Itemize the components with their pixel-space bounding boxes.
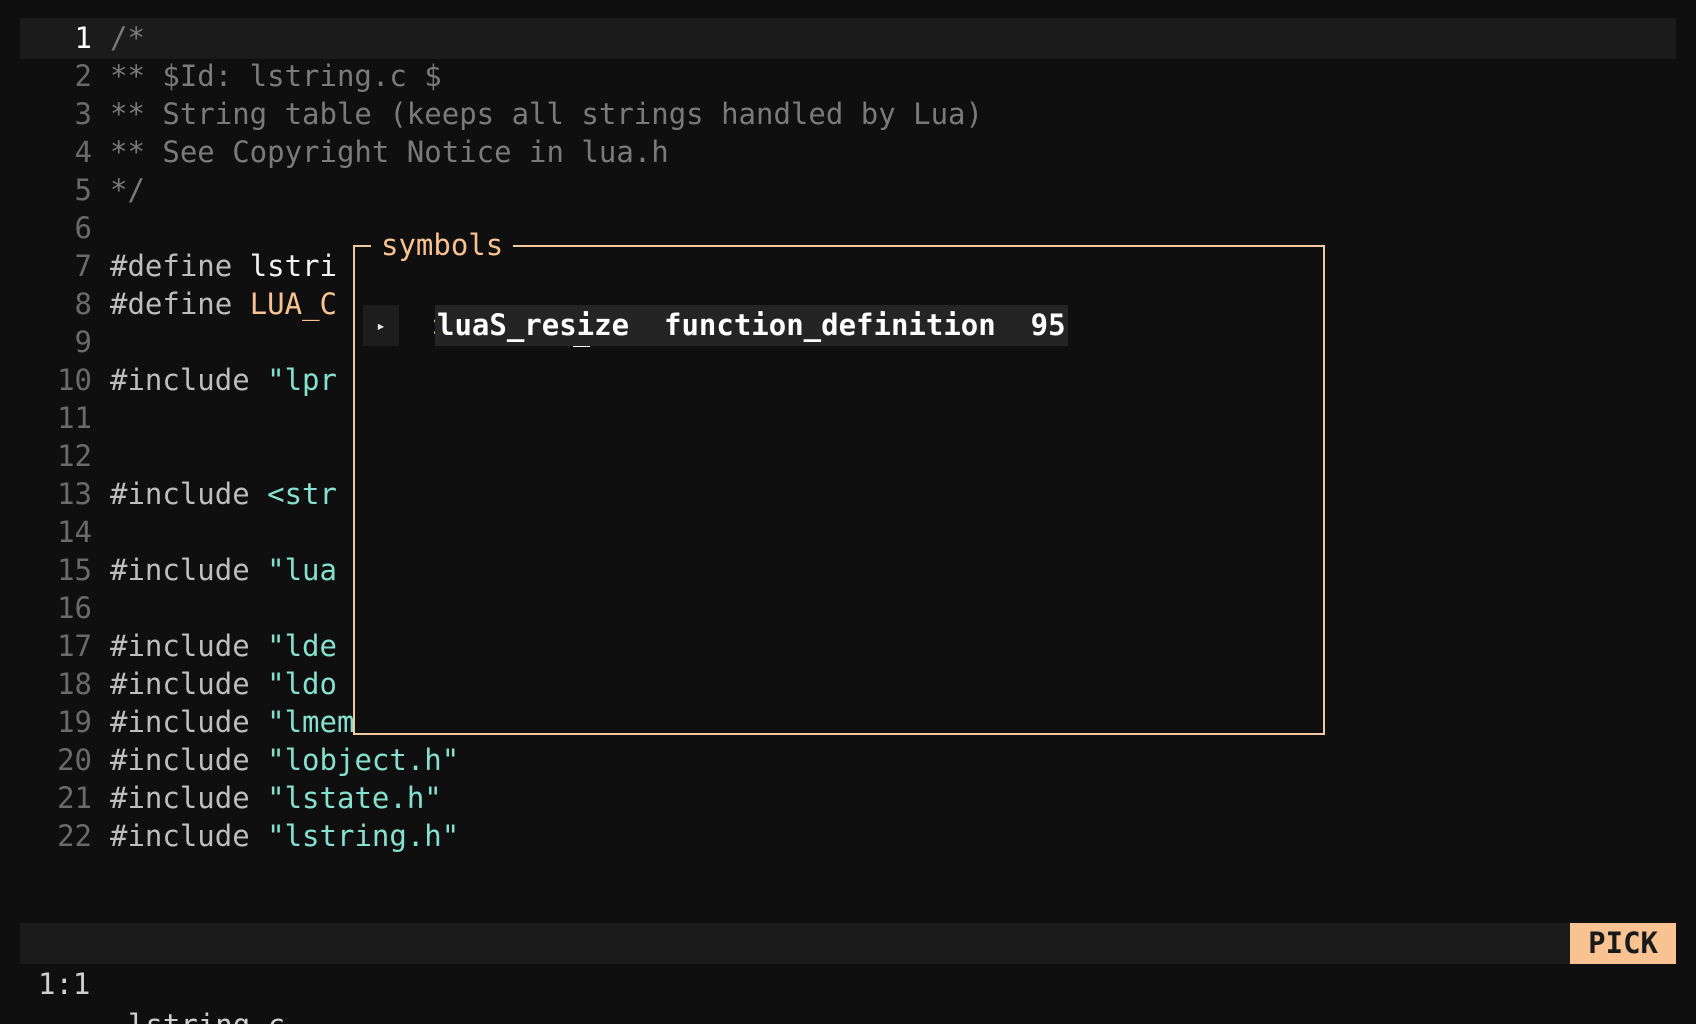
code-token: */ — [110, 173, 145, 207]
line-code: #include "ldo — [110, 664, 337, 705]
line-number: 13 — [57, 477, 92, 511]
picker-title: symbols — [371, 225, 514, 266]
line-code: #define LUA_C — [110, 284, 337, 325]
line-code: */ — [110, 170, 145, 211]
line-number: 9 — [74, 325, 92, 359]
line-number: 16 — [57, 591, 92, 625]
code-token: <str — [267, 477, 337, 511]
line-code: #define lstri — [110, 246, 337, 287]
code-token: "lde — [267, 629, 337, 663]
code-token: #include — [110, 553, 268, 587]
line-code: ** $Id: lstring.c $ — [110, 56, 442, 97]
picker-result-selected[interactable]: luaS_resize function_definition 95 — [435, 305, 1068, 346]
code-line[interactable]: 1 /* — [20, 18, 1676, 59]
code-token: "lpr — [267, 363, 337, 397]
result-line-number: 95 — [1030, 308, 1066, 342]
code-token: "lstring.h" — [267, 819, 460, 853]
code-token: "ldo — [267, 667, 337, 701]
line-number: 18 — [57, 667, 92, 701]
code-line[interactable]: 4 ** See Copyright Notice in lua.h — [20, 132, 1676, 173]
code-line[interactable]: 20 #include "lobject.h" — [20, 740, 1676, 781]
code-token: #include — [110, 781, 268, 815]
line-number: 1 — [74, 21, 92, 55]
line-number: 7 — [74, 249, 92, 283]
code-token: LUA_C — [249, 287, 337, 321]
line-number: 11 — [57, 401, 92, 435]
line-number: 10 — [57, 363, 92, 397]
line-code: ** See Copyright Notice in lua.h — [110, 132, 669, 173]
line-number: 4 — [74, 135, 92, 169]
result-symbol-kind: function_definition — [663, 308, 996, 342]
line-code: #include <str — [110, 474, 337, 515]
code-token: #include — [110, 363, 268, 397]
code-token: #include — [110, 705, 268, 739]
code-token: #include — [110, 743, 268, 777]
line-number: 15 — [57, 553, 92, 587]
code-token: /* — [110, 21, 145, 55]
line-number: 20 — [57, 743, 92, 777]
code-token: #include — [110, 819, 268, 853]
code-line[interactable]: 22 #include "lstring.h" — [20, 816, 1676, 857]
result-symbol-name: luaS_resize — [437, 308, 630, 342]
symbol-picker: symbols > resize ▸ luaS_resize function_… — [353, 225, 1325, 735]
line-code: #include "lstate.h" — [110, 778, 442, 819]
code-token: #include — [110, 629, 268, 663]
line-code: #include "lstring.h" — [110, 816, 459, 857]
line-number: 14 — [57, 515, 92, 549]
line-number: 8 — [74, 287, 92, 321]
cursor-position: 1:1 — [38, 967, 91, 1001]
line-number: 17 — [57, 629, 92, 663]
line-number: 12 — [57, 439, 92, 473]
line-number: 2 — [74, 59, 92, 93]
line-number: 3 — [74, 97, 92, 131]
file-name: lstring.c — [128, 1005, 285, 1024]
code-token: #include — [110, 477, 268, 511]
line-code: #include "lua — [110, 550, 337, 591]
selection-marker-icon: ▸ — [363, 305, 399, 346]
code-token: #define — [110, 249, 250, 283]
code-token: #include — [110, 667, 268, 701]
code-token: "lobject.h" — [267, 743, 460, 777]
code-token: ** See Copyright Notice in lua.h — [110, 135, 669, 169]
code-line[interactable]: 2 ** $Id: lstring.c $ — [20, 56, 1676, 97]
picker-result-item[interactable]: ▸ luaS_resize function_definition 95 — [363, 305, 1068, 346]
code-token: lstri — [249, 249, 337, 283]
line-number: 6 — [74, 211, 92, 245]
code-token: "lua — [267, 553, 337, 587]
code-token: ** String table (keeps all strings handl… — [110, 97, 983, 131]
code-line[interactable]: 3 ** String table (keeps all strings hand… — [20, 94, 1676, 135]
mode-badge: PICK — [1570, 923, 1676, 964]
line-code: ** String table (keeps all strings handl… — [110, 94, 983, 135]
code-token: ** $Id: lstring.c $ — [110, 59, 442, 93]
picker-search-row[interactable]: > resize — [363, 265, 590, 347]
line-code: #include "lde — [110, 626, 337, 667]
line-code: #include "lpr — [110, 360, 337, 401]
code-line[interactable]: 21 #include "lstate.h" — [20, 778, 1676, 819]
line-code: /* — [110, 18, 145, 59]
line-number: 19 — [57, 705, 92, 739]
line-number: 5 — [74, 173, 92, 207]
status-bar: 1:1 lstring.c PICK — [20, 923, 1676, 1024]
code-line[interactable]: 6 — [20, 208, 1676, 249]
line-number: 22 — [57, 819, 92, 853]
line-code: #include "lobject.h" — [110, 740, 459, 781]
code-line[interactable]: 5 */ — [20, 170, 1676, 211]
code-token: #define — [110, 287, 250, 321]
line-number: 21 — [57, 781, 92, 815]
code-token: "lstate.h" — [267, 781, 442, 815]
